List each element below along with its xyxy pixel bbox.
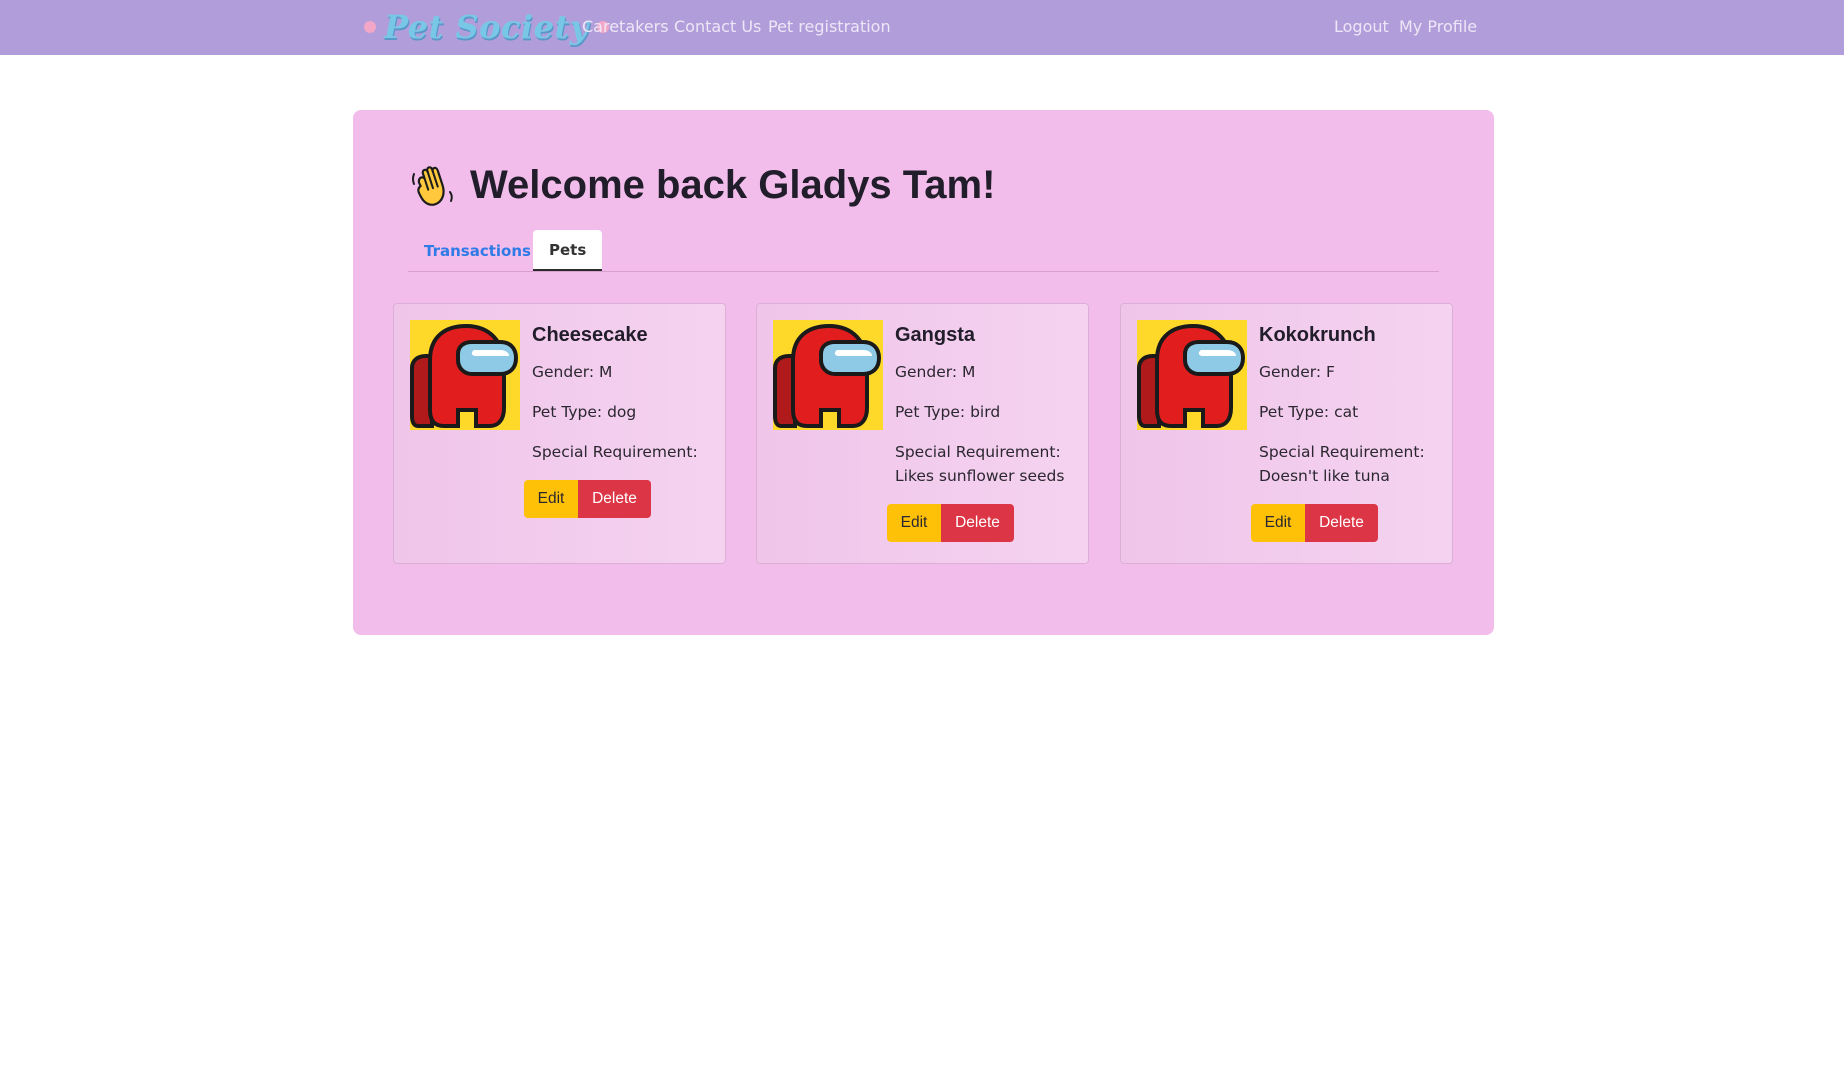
pet-special-requirement-label: Special Requirement: xyxy=(1259,443,1425,461)
brand-dot-left xyxy=(364,21,376,33)
welcome-title: Welcome back Gladys Tam! xyxy=(470,162,996,207)
nav-link-pet-registration[interactable]: Pet registration xyxy=(768,17,891,36)
pet-type: Pet Type: bird xyxy=(895,403,1001,421)
pet-gender: Gender: F xyxy=(1259,363,1335,381)
pet-gender: Gender: M xyxy=(895,363,976,381)
pet-type: Pet Type: cat xyxy=(1259,403,1359,421)
delete-button[interactable]: Delete xyxy=(941,504,1014,542)
delete-button[interactable]: Delete xyxy=(1305,504,1378,542)
dashboard-panel: Welcome back Gladys Tam! Transactions Pe… xyxy=(353,110,1494,635)
edit-button[interactable]: Edit xyxy=(887,504,941,542)
tab-pets[interactable]: Pets xyxy=(533,230,603,271)
pet-actions: Edit Delete xyxy=(887,504,1014,542)
crewmate-avatar-icon xyxy=(1137,320,1247,430)
pet-special-requirement: Likes sunflower seeds xyxy=(895,467,1065,485)
pet-special-requirement: Doesn't like tuna xyxy=(1259,467,1390,485)
pet-special-requirement-label: Special Requirement: xyxy=(895,443,1061,461)
pet-name: Gangsta xyxy=(895,324,976,346)
pet-gender: Gender: M xyxy=(532,363,613,381)
crewmate-avatar-icon xyxy=(773,320,883,430)
brand-logo[interactable]: Pet Society xyxy=(364,4,609,50)
pet-special-requirement-label: Special Requirement: xyxy=(532,443,698,461)
pet-name: Cheesecake xyxy=(532,324,648,346)
top-navbar: Pet Society Caretakers Contact Us Pet re… xyxy=(0,0,1844,55)
pet-card: Cheesecake Gender: M Pet Type: dog Speci… xyxy=(393,303,726,564)
edit-button[interactable]: Edit xyxy=(524,480,578,518)
pet-type: Pet Type: dog xyxy=(532,403,637,421)
brand-title: Pet Society xyxy=(384,8,589,46)
waving-hand-icon xyxy=(412,166,453,206)
pet-actions: Edit Delete xyxy=(524,480,651,518)
tab-transactions[interactable]: Transactions xyxy=(408,230,547,271)
nav-link-caretakers[interactable]: Caretakers xyxy=(582,17,669,36)
nav-link-logout[interactable]: Logout xyxy=(1334,17,1389,36)
delete-button[interactable]: Delete xyxy=(578,480,651,518)
edit-button[interactable]: Edit xyxy=(1251,504,1305,542)
pet-card: Gangsta Gender: M Pet Type: bird Special… xyxy=(756,303,1089,564)
pet-actions: Edit Delete xyxy=(1251,504,1378,542)
tabs-divider xyxy=(408,271,1439,272)
crewmate-avatar-icon xyxy=(410,320,520,430)
nav-link-contact-us[interactable]: Contact Us xyxy=(674,17,761,36)
nav-link-my-profile[interactable]: My Profile xyxy=(1399,17,1477,36)
pet-card: Kokokrunch Gender: F Pet Type: cat Speci… xyxy=(1120,303,1453,564)
welcome-header: Welcome back Gladys Tam! xyxy=(410,162,995,208)
pet-name: Kokokrunch xyxy=(1259,324,1376,346)
